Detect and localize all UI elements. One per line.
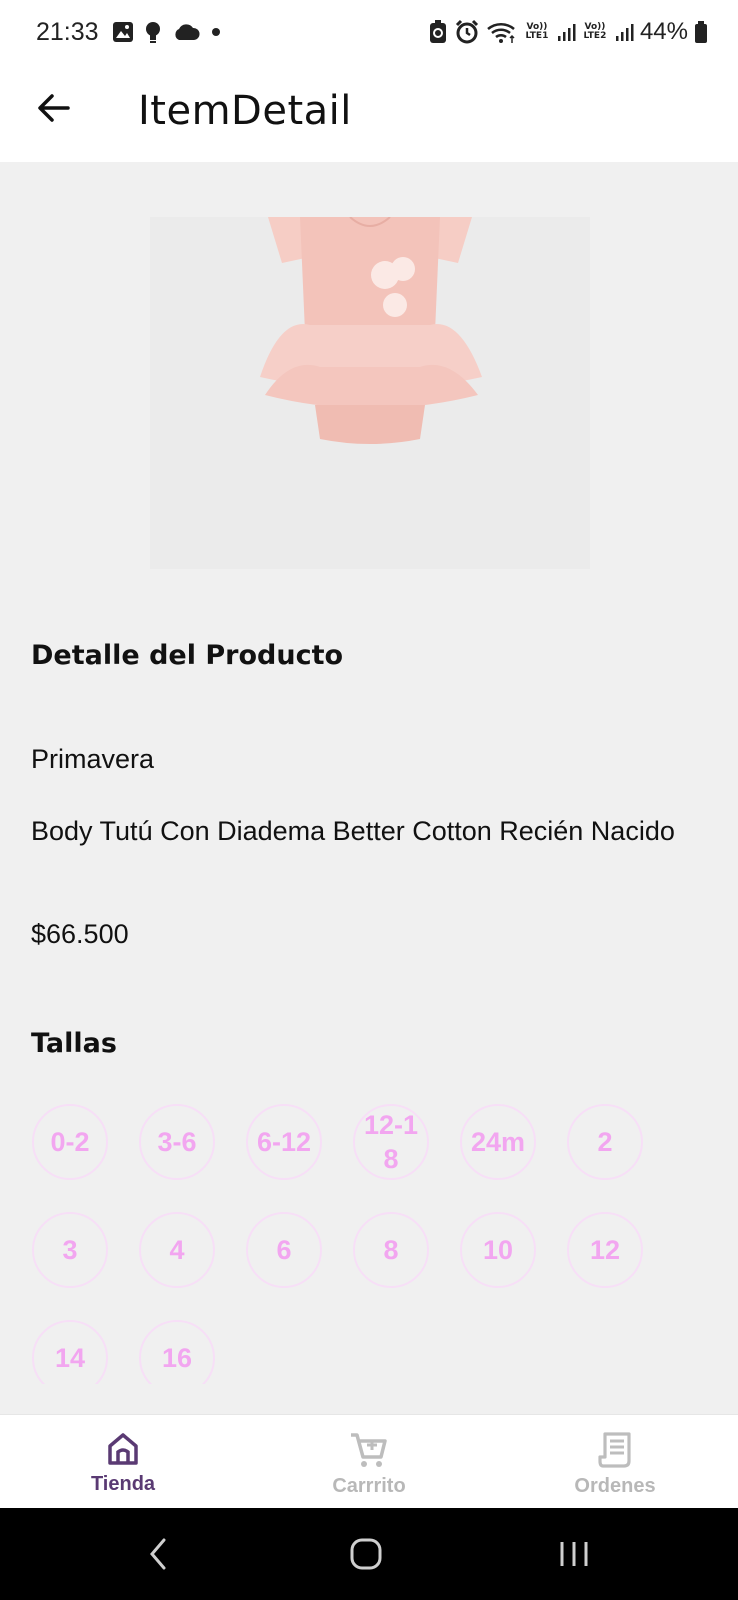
app-bar: ItemDetail [0,66,738,162]
status-time: 21:33 [36,18,99,46]
item-detail-content[interactable]: Detalle del Producto Primavera Body Tutú… [0,162,738,1384]
home-icon [108,1433,138,1465]
network-label-1: Vo)) LTE1 [525,22,549,41]
size-chip[interactable]: 2 [567,1104,643,1180]
back-nav-icon[interactable] [144,1534,172,1574]
size-chip[interactable]: 16 [139,1320,215,1384]
nav-label: Carrrito [332,1475,406,1497]
product-category: Primavera [31,744,155,774]
battery-percent: 44% [639,18,688,45]
receipt-icon [598,1432,631,1468]
wifi-icon [487,22,515,43]
cart-icon [351,1433,387,1467]
size-chip[interactable]: 8 [353,1212,429,1288]
signal-icon-1 [557,24,576,41]
product-price: $66.500 [31,919,129,949]
size-chip[interactable]: 3 [32,1212,108,1288]
status-right: Vo)) LTE1 Vo)) LTE2 44% [428,18,708,46]
size-chip[interactable]: 6-12 [246,1104,322,1180]
page-title: ItemDetail [138,88,352,134]
notification-icons [112,20,222,44]
nav-label: Ordenes [574,1475,656,1497]
size-chip[interactable]: 6 [246,1212,322,1288]
battery-saver-icon [429,20,446,43]
size-chip[interactable]: 4 [139,1212,215,1288]
section-title-detail: Detalle del Producto [31,640,344,671]
network-label-2: Vo)) LTE2 [583,22,607,41]
alarm-icon [455,19,479,44]
gallery-icon [113,22,133,42]
size-chip[interactable]: 12-18 [353,1104,429,1180]
product-name: Body Tutú Con Diadema Better Cotton Reci… [31,816,675,846]
cloud-icon [175,24,200,40]
section-title-sizes: Tallas [31,1028,117,1059]
status-bar: 21:33 Vo)) LTE1 Vo)) LTE2 44% [0,0,738,66]
size-chip[interactable]: 24m [460,1104,536,1180]
nav-carrito[interactable]: Carrrito [289,1415,449,1509]
battery-icon [695,21,707,43]
signal-icon-2 [615,24,634,41]
nav-ordenes[interactable]: Ordenes [535,1415,695,1509]
size-chip[interactable]: 10 [460,1212,536,1288]
bulb-icon [146,22,160,43]
recents-nav-icon[interactable] [556,1534,592,1574]
size-chip[interactable]: 12 [567,1212,643,1288]
home-nav-icon[interactable] [346,1534,386,1574]
bottom-navigation: Tienda Carrrito Ordenes [0,1414,738,1508]
nav-tienda[interactable]: Tienda [43,1415,203,1509]
nav-label: Tienda [90,1473,156,1495]
arrow-left-icon[interactable] [34,88,74,128]
product-image [150,217,590,569]
size-chip[interactable]: 0-2 [32,1104,108,1180]
system-navigation-bar [0,1508,738,1600]
size-chip[interactable]: 14 [32,1320,108,1384]
dot-icon [212,28,220,36]
size-chip[interactable]: 3-6 [139,1104,215,1180]
